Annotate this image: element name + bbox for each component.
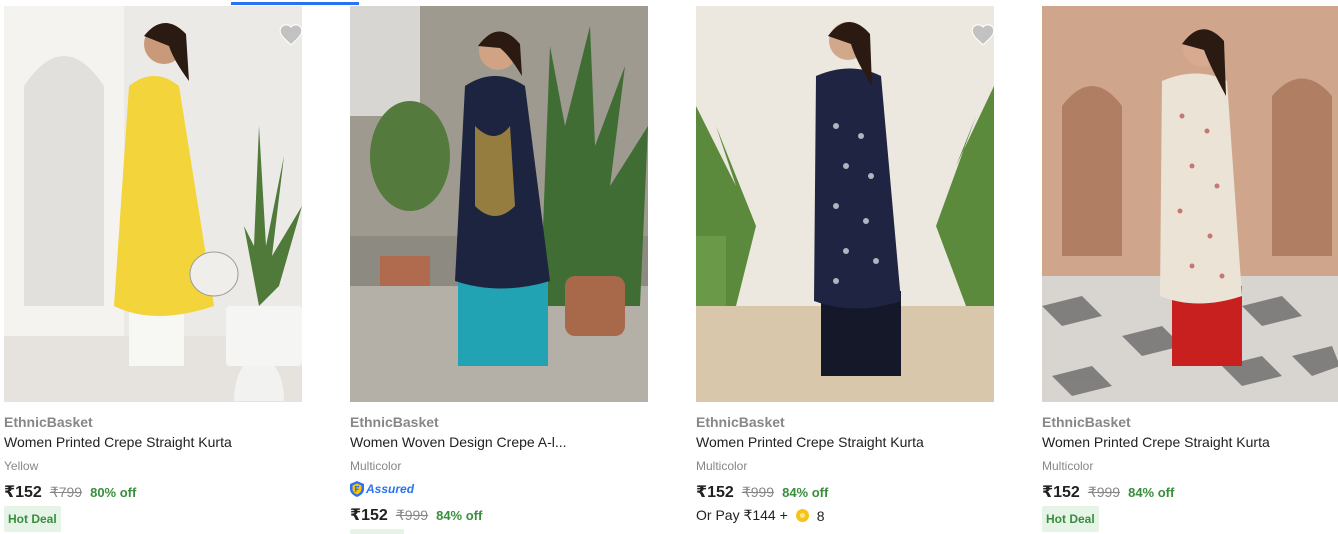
selling-price: ₹152 <box>1042 484 1080 501</box>
selling-price: ₹152 <box>696 484 734 501</box>
pay-points-text: Or Pay ₹144 + <box>696 507 788 523</box>
brand-name: EthnicBasket <box>1042 414 1131 430</box>
hot-deal-badge-partial <box>350 529 404 534</box>
wishlist-heart-icon[interactable] <box>278 22 304 48</box>
brand-name: EthnicBasket <box>350 414 439 430</box>
pay-points-count: 8 <box>816 507 825 524</box>
supercoin-icon <box>795 509 809 522</box>
product-image[interactable] <box>1042 6 1338 402</box>
discount-percent: 84% off <box>436 508 483 523</box>
product-card-1[interactable]: EthnicBasket Women Printed Crepe Straigh… <box>4 6 304 534</box>
price-row: ₹152 ₹999 84% off <box>1042 482 1174 502</box>
assured-label: Assured <box>366 482 415 496</box>
product-color: Yellow <box>4 459 39 473</box>
original-price: ₹999 <box>395 507 429 523</box>
price-row: ₹152 ₹799 80% off <box>4 482 136 502</box>
product-color: Multicolor <box>696 459 748 473</box>
product-color: Multicolor <box>1042 459 1094 473</box>
product-image[interactable] <box>696 6 994 402</box>
product-color: Multicolor <box>350 459 402 473</box>
hot-deal-badge: Hot Deal <box>1042 506 1099 532</box>
price-row: ₹152 ₹999 84% off <box>350 505 482 525</box>
brand-name: EthnicBasket <box>696 414 785 430</box>
product-title[interactable]: Women Printed Crepe Straight Kurta <box>1042 434 1338 450</box>
product-card-3[interactable]: EthnicBasket Women Printed Crepe Straigh… <box>696 6 996 534</box>
product-card-4[interactable]: EthnicBasket Women Printed Crepe Straigh… <box>1042 6 1338 534</box>
product-image[interactable] <box>350 6 648 402</box>
brand-name: EthnicBasket <box>4 414 93 430</box>
original-price: ₹999 <box>1087 484 1121 500</box>
product-title[interactable]: Women Printed Crepe Straight Kurta <box>4 434 302 450</box>
assured-shield-icon <box>350 481 364 497</box>
hot-deal-badge: Hot Deal <box>4 506 61 532</box>
wishlist-heart-icon[interactable] <box>970 22 996 48</box>
product-image[interactable] <box>4 6 302 402</box>
product-title[interactable]: Women Woven Design Crepe A-l... <box>350 434 648 450</box>
assured-badge: Assured <box>350 480 414 498</box>
discount-percent: 84% off <box>1128 485 1175 500</box>
product-card-2[interactable]: EthnicBasket Women Woven Design Crepe A-… <box>350 6 650 534</box>
product-title[interactable]: Women Printed Crepe Straight Kurta <box>696 434 994 450</box>
price-row: ₹152 ₹999 84% off <box>696 482 828 502</box>
discount-percent: 84% off <box>782 485 829 500</box>
pay-with-points: Or Pay ₹144 + 8 <box>696 507 825 524</box>
discount-percent: 80% off <box>90 485 137 500</box>
original-price: ₹999 <box>741 484 775 500</box>
selling-price: ₹152 <box>4 484 42 501</box>
original-price: ₹799 <box>49 484 83 500</box>
active-tab-indicator <box>231 2 359 5</box>
selling-price: ₹152 <box>350 507 388 524</box>
